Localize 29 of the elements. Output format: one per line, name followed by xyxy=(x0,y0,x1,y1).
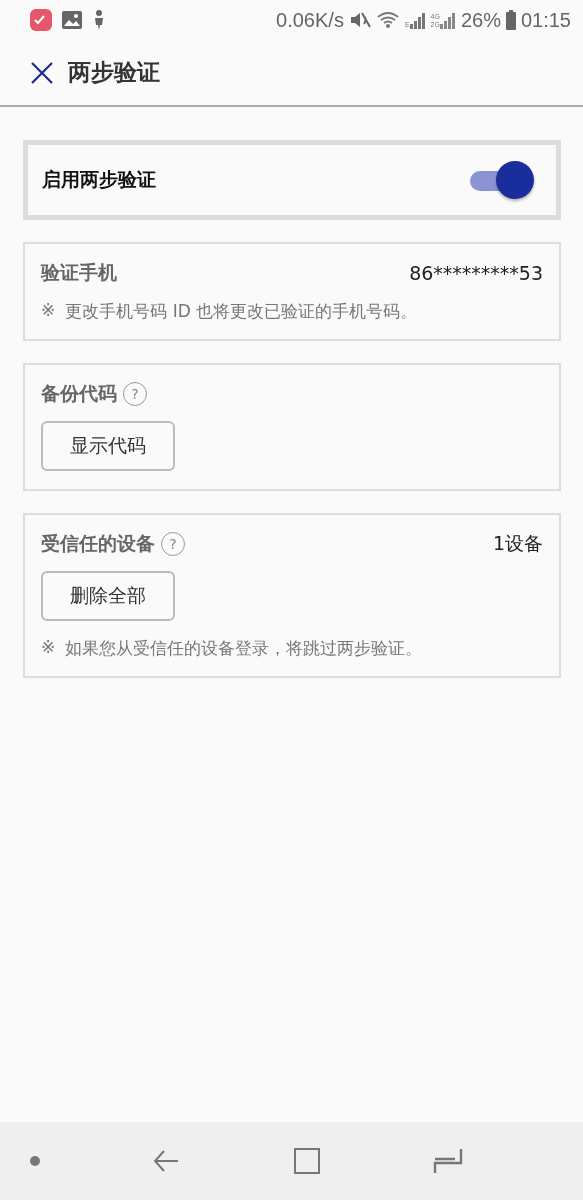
wifi-icon xyxy=(375,10,400,30)
clock: 01:15 xyxy=(520,8,571,32)
battery-icon xyxy=(505,10,516,30)
signal-icon xyxy=(409,11,426,29)
signal-icon xyxy=(439,11,456,29)
network-speed: 0.06K/s xyxy=(276,8,344,32)
delete-all-button[interactable]: 删除全部 xyxy=(41,571,175,621)
close-icon[interactable] xyxy=(30,60,54,85)
mute-icon xyxy=(348,10,371,30)
recent-apps-icon[interactable] xyxy=(433,1147,463,1175)
setting-label: 启用两步验证 xyxy=(42,167,156,192)
device-count: 1设备 xyxy=(492,531,543,556)
show-codes-button[interactable]: 显示代码 xyxy=(41,421,175,471)
section-title: 备份代码 xyxy=(41,381,117,406)
note-mark: ※ xyxy=(41,300,56,322)
phone-number: 86*********53 xyxy=(409,262,543,284)
section-title: 受信任的设备 xyxy=(41,531,155,556)
battery-percent: 26% xyxy=(460,8,501,32)
home-icon[interactable] xyxy=(292,1147,321,1175)
note-text: 更改手机号码 ID 也将更改已验证的手机号码。 xyxy=(65,300,418,323)
menu-dot-icon[interactable] xyxy=(30,1156,40,1166)
page-title: 两步验证 xyxy=(68,58,160,87)
image-icon xyxy=(62,11,82,29)
toggle-switch[interactable] xyxy=(468,160,534,200)
figure-icon xyxy=(92,10,106,30)
note-text: 如果您从受信任的设备登录，将跳过两步验证。 xyxy=(65,637,423,660)
note-mark: ※ xyxy=(41,637,56,659)
app-notification-icon xyxy=(30,9,52,31)
section-title: 验证手机 xyxy=(41,260,117,285)
